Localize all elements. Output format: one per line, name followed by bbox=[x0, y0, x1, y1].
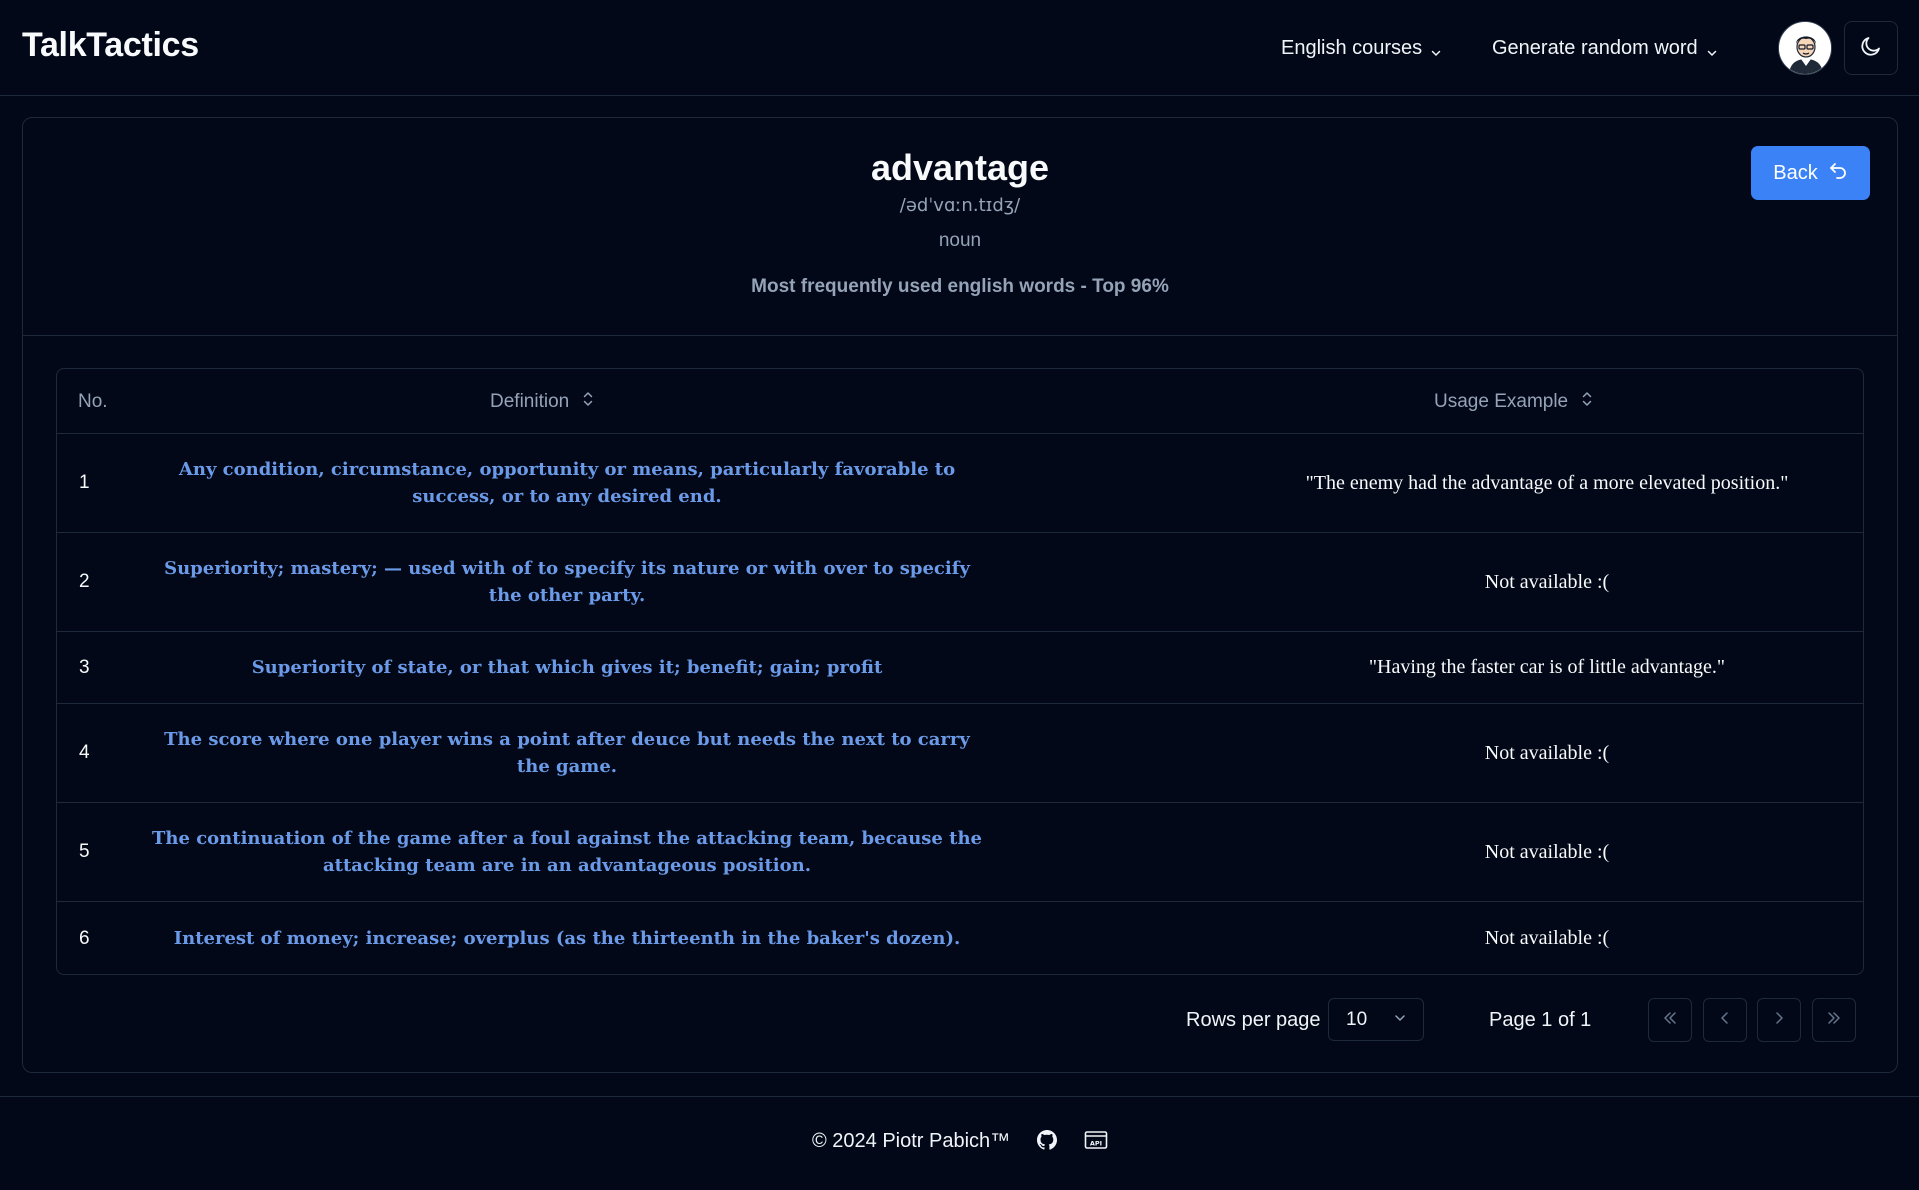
row-number: 1 bbox=[79, 472, 90, 493]
english-courses-label: English courses bbox=[1281, 36, 1423, 59]
chevrons-up-down-icon bbox=[581, 390, 595, 414]
copyright-text: © 2024 Piotr Pabich™ bbox=[812, 1130, 1011, 1152]
row-definition: Superiority; mastery; — used with of to … bbox=[164, 558, 970, 606]
column-header-no: No. bbox=[78, 369, 108, 434]
last-page-button[interactable] bbox=[1812, 998, 1856, 1042]
table-row[interactable]: 6 Interest of money; increase; overplus … bbox=[57, 902, 1863, 974]
row-usage-example: Not available :( bbox=[1484, 570, 1610, 593]
user-avatar[interactable] bbox=[1778, 21, 1832, 75]
frequency-note: Most frequently used english words - Top… bbox=[751, 276, 1169, 297]
row-usage-example: Not available :( bbox=[1484, 741, 1610, 764]
row-usage-example: Not available :( bbox=[1484, 840, 1610, 863]
rows-per-page-select[interactable]: 10 bbox=[1328, 998, 1424, 1041]
api-icon[interactable]: API bbox=[1082, 1126, 1110, 1154]
undo-arrow-icon bbox=[1828, 160, 1848, 186]
previous-page-button[interactable] bbox=[1703, 998, 1747, 1042]
previous-page-icon bbox=[1716, 1009, 1734, 1032]
chevron-down-icon bbox=[1706, 42, 1718, 57]
row-number: 4 bbox=[79, 742, 90, 763]
svg-text:API: API bbox=[1090, 1140, 1102, 1148]
definitions-table: No. Definition Usage Example 1 Any condi… bbox=[56, 368, 1864, 975]
row-number: 5 bbox=[79, 841, 90, 862]
generate-random-word-label: Generate random word bbox=[1492, 36, 1698, 59]
word-title: advantage bbox=[870, 147, 1050, 188]
row-definition: Interest of money; increase; overplus (a… bbox=[173, 928, 961, 949]
rows-per-page-value: 10 bbox=[1346, 1008, 1368, 1030]
column-header-usage[interactable]: Usage Example bbox=[1434, 369, 1594, 434]
table-row[interactable]: 1 Any condition, circumstance, opportuni… bbox=[57, 434, 1863, 533]
column-definition-label: Definition bbox=[490, 390, 570, 412]
last-page-icon bbox=[1825, 1009, 1843, 1032]
moon-icon bbox=[1859, 34, 1883, 63]
row-usage-example: "Having the faster car is of little adva… bbox=[1368, 656, 1726, 678]
github-icon[interactable] bbox=[1033, 1126, 1061, 1154]
theme-toggle-button[interactable] bbox=[1844, 21, 1898, 75]
page-indicator: Page 1 of 1 bbox=[1489, 1008, 1592, 1031]
first-page-button[interactable] bbox=[1648, 998, 1692, 1042]
column-no-label: No. bbox=[78, 390, 108, 412]
chevron-down-icon bbox=[1393, 1009, 1407, 1031]
rows-per-page-label: Rows per page bbox=[1186, 1008, 1321, 1031]
table-row[interactable]: 5 The continuation of the game after a f… bbox=[57, 803, 1863, 902]
word-card: advantage /ədˈvɑːn.tɪdʒ/ noun Most frequ… bbox=[22, 117, 1898, 1073]
table-row[interactable]: 2 Superiority; mastery; — used with of t… bbox=[57, 533, 1863, 632]
table-header: No. Definition Usage Example bbox=[57, 369, 1863, 434]
english-courses-menu[interactable]: English courses bbox=[1281, 30, 1442, 66]
word-header: advantage /ədˈvɑːn.tɪdʒ/ noun Most frequ… bbox=[23, 118, 1897, 336]
row-definition: Any condition, circumstance, opportunity… bbox=[178, 459, 956, 507]
row-usage-example: "The enemy had the advantage of a more e… bbox=[1305, 471, 1789, 494]
back-button-label: Back bbox=[1773, 161, 1818, 184]
back-button[interactable]: Back bbox=[1751, 146, 1870, 200]
column-usage-label: Usage Example bbox=[1434, 390, 1569, 412]
top-navbar: TalkTactics English courses Generate ran… bbox=[0, 0, 1919, 96]
row-usage-example: Not available :( bbox=[1484, 927, 1610, 949]
chevrons-up-down-icon bbox=[1580, 390, 1594, 414]
first-page-icon bbox=[1661, 1009, 1679, 1032]
row-definition: The score where one player wins a point … bbox=[164, 729, 970, 777]
row-definition: Superiority of state, or that which give… bbox=[251, 657, 883, 678]
brand-logo[interactable]: TalkTactics bbox=[22, 26, 199, 65]
row-definition: The continuation of the game after a fou… bbox=[152, 828, 982, 876]
next-page-icon bbox=[1770, 1009, 1788, 1032]
column-header-definition[interactable]: Definition bbox=[490, 369, 595, 434]
part-of-speech: noun bbox=[938, 230, 982, 251]
generate-random-word-menu[interactable]: Generate random word bbox=[1492, 30, 1718, 66]
table-row[interactable]: 3 Superiority of state, or that which gi… bbox=[57, 632, 1863, 704]
row-number: 3 bbox=[79, 656, 90, 678]
page-footer: © 2024 Piotr Pabich™ API bbox=[0, 1096, 1919, 1190]
row-number: 6 bbox=[79, 927, 90, 949]
chevron-down-icon bbox=[1430, 42, 1442, 57]
table-row[interactable]: 4 The score where one player wins a poin… bbox=[57, 704, 1863, 803]
word-phonetic: /ədˈvɑːn.tɪdʒ/ bbox=[899, 195, 1021, 216]
row-number: 2 bbox=[79, 571, 90, 592]
next-page-button[interactable] bbox=[1757, 998, 1801, 1042]
